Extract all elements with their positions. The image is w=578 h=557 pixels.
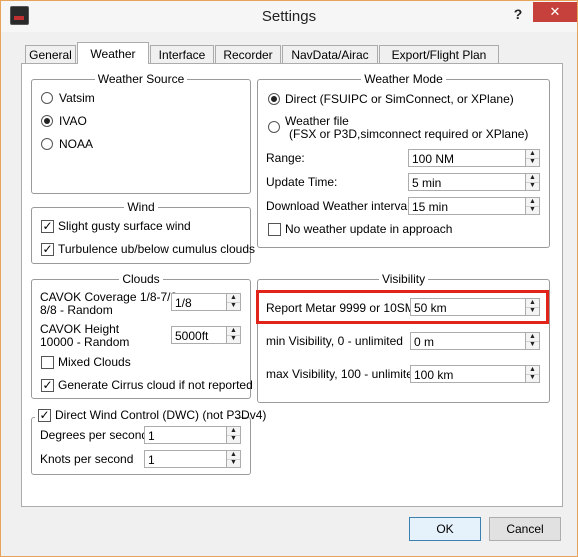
window-title: Settings bbox=[261, 8, 317, 25]
radio-vatsim[interactable] bbox=[41, 92, 53, 104]
tab-interface[interactable]: Interface bbox=[150, 45, 214, 63]
spin-down-icon[interactable]: ▼ bbox=[526, 182, 539, 190]
label-cirrus: Generate Cirrus cloud if not reported bbox=[58, 378, 253, 392]
label-direct: Direct (FSUIPC or SimConnect, or XPlane) bbox=[285, 92, 514, 106]
label-update-time: Update Time: bbox=[266, 175, 338, 189]
tab-export[interactable]: Export/Flight Plan bbox=[379, 45, 499, 63]
label-download-interval: Download Weather interval: bbox=[266, 199, 414, 213]
cancel-button[interactable]: Cancel bbox=[489, 517, 561, 541]
label-max-visibility: max Visibility, 100 - unlimited bbox=[266, 367, 420, 381]
label-cavok-coverage-2: 8/8 - Random bbox=[40, 303, 113, 317]
checkbox-mixed-clouds[interactable] bbox=[41, 356, 54, 369]
close-button[interactable]: ✕ bbox=[533, 2, 577, 22]
highlight-box bbox=[256, 290, 549, 324]
label-degrees-per-second: Degrees per second bbox=[40, 428, 149, 442]
help-button[interactable]: ? bbox=[509, 4, 527, 24]
checkbox-turbulence[interactable]: ✓ bbox=[41, 243, 54, 256]
checkbox-dwc[interactable]: ✓ bbox=[38, 409, 51, 422]
label-cavok-height-1: CAVOK Height bbox=[40, 322, 120, 336]
label-no-weather-update: No weather update in approach bbox=[285, 222, 453, 236]
max-visibility-value: 100 km bbox=[414, 368, 454, 382]
ok-button[interactable]: OK bbox=[409, 517, 481, 541]
radio-noaa[interactable] bbox=[41, 138, 53, 150]
label-min-visibility: min Visibility, 0 - unlimited bbox=[266, 334, 403, 348]
checkbox-slight-gusty[interactable]: ✓ bbox=[41, 220, 54, 233]
label-ivao: IVAO bbox=[59, 114, 87, 128]
update-time-spinbox[interactable]: 5 min ▲ ▼ bbox=[408, 173, 540, 191]
cavok-coverage-value: 1/8 bbox=[175, 296, 192, 310]
title-bar[interactable]: Settings ? ✕ bbox=[1, 1, 577, 32]
spin-down-icon[interactable]: ▼ bbox=[227, 302, 240, 310]
spin-down-icon[interactable]: ▼ bbox=[526, 158, 539, 166]
radio-ivao[interactable] bbox=[41, 115, 53, 127]
max-visibility-spinbox[interactable]: 100 km ▲ ▼ bbox=[410, 365, 540, 383]
update-time-value: 5 min bbox=[412, 176, 442, 190]
tab-general[interactable]: General bbox=[25, 45, 76, 63]
cavok-height-spinbox[interactable]: 5000ft ▲ ▼ bbox=[171, 326, 241, 344]
radio-weather-file[interactable] bbox=[268, 121, 280, 133]
label-cavok-height-2: 10000 - Random bbox=[40, 335, 130, 349]
label-turbulence: Turbulence ub/below cumulus clouds bbox=[58, 242, 255, 256]
degrees-per-second-spinbox[interactable]: 1 ▲ ▼ bbox=[144, 426, 241, 444]
label-weather-file-2: (FSX or P3D,simconnect required or XPlan… bbox=[289, 127, 529, 141]
degrees-per-second-value: 1 bbox=[148, 429, 155, 443]
min-visibility-value: 0 m bbox=[414, 335, 435, 349]
tab-recorder[interactable]: Recorder bbox=[215, 45, 281, 63]
label-vatsim: Vatsim bbox=[59, 91, 95, 105]
checkbox-cirrus[interactable]: ✓ bbox=[41, 379, 54, 392]
radio-direct[interactable] bbox=[268, 93, 280, 105]
label-dwc: Direct Wind Control (DWC) (not P3Dv4) bbox=[55, 408, 267, 422]
range-spinbox[interactable]: 100 NM ▲ ▼ bbox=[408, 149, 540, 167]
label-noaa: NOAA bbox=[59, 137, 94, 151]
label-slight-gusty: Slight gusty surface wind bbox=[58, 219, 191, 233]
label-range: Range: bbox=[266, 151, 305, 165]
spin-down-icon[interactable]: ▼ bbox=[227, 335, 240, 343]
spin-down-icon[interactable]: ▼ bbox=[227, 459, 240, 467]
spin-down-icon[interactable]: ▼ bbox=[526, 341, 539, 349]
spin-down-icon[interactable]: ▼ bbox=[526, 206, 539, 214]
label-mixed-clouds: Mixed Clouds bbox=[58, 355, 131, 369]
range-value: 100 NM bbox=[412, 152, 455, 166]
spin-down-icon[interactable]: ▼ bbox=[227, 435, 240, 443]
cavok-coverage-spinbox[interactable]: 1/8 ▲ ▼ bbox=[171, 293, 241, 311]
knots-per-second-spinbox[interactable]: 1 ▲ ▼ bbox=[144, 450, 241, 468]
label-knots-per-second: Knots per second bbox=[40, 452, 134, 466]
tab-weather[interactable]: Weather bbox=[77, 42, 149, 64]
spin-down-icon[interactable]: ▼ bbox=[526, 374, 539, 382]
download-interval-value: 15 min bbox=[412, 200, 449, 214]
knots-per-second-value: 1 bbox=[148, 453, 155, 467]
tab-navdata[interactable]: NavData/Airac bbox=[282, 45, 378, 63]
download-interval-spinbox[interactable]: 15 min ▲ ▼ bbox=[408, 197, 540, 215]
label-weather-file-1: Weather file bbox=[285, 114, 349, 128]
checkbox-no-weather-update[interactable] bbox=[268, 223, 281, 236]
cavok-height-value: 5000ft bbox=[175, 329, 209, 343]
min-visibility-spinbox[interactable]: 0 m ▲ ▼ bbox=[410, 332, 540, 350]
label-cavok-coverage-1: CAVOK Coverage 1/8-7/8 bbox=[40, 290, 178, 304]
